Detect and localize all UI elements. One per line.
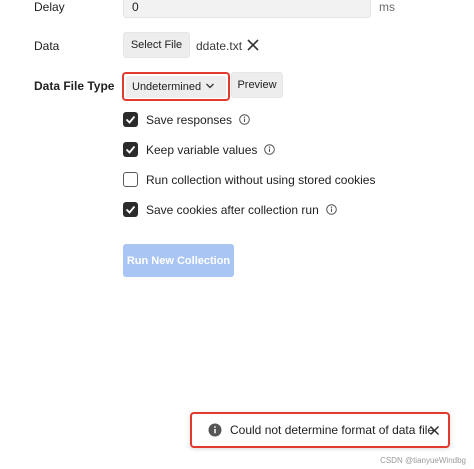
info-icon[interactable]	[325, 204, 337, 215]
option-save-responses[interactable]: Save responses	[123, 112, 250, 127]
option-label: Keep variable values	[146, 142, 258, 157]
option-run-without-cookies[interactable]: Run collection without using stored cook…	[123, 172, 375, 187]
select-file-button[interactable]: Select File	[123, 32, 190, 58]
data-file-type-label: Data File Type	[34, 79, 115, 93]
dropdown-highlight-outline	[122, 72, 230, 101]
remove-file-icon[interactable]	[246, 38, 260, 52]
preview-button[interactable]: Preview	[231, 72, 283, 98]
checkmark-icon	[125, 205, 136, 214]
run-new-collection-button[interactable]: Run New Collection	[123, 244, 234, 277]
checkmark-icon	[125, 145, 136, 154]
option-save-cookies[interactable]: Save cookies after collection run	[123, 202, 337, 217]
data-label: Data	[34, 39, 60, 53]
checkmark-icon	[125, 115, 136, 124]
delay-unit: ms	[379, 0, 395, 14]
toast-message: Could not determine format of data file	[230, 423, 435, 437]
checkbox-checked[interactable]	[123, 112, 138, 127]
checkbox-unchecked[interactable]	[123, 172, 138, 187]
option-label: Run collection without using stored cook…	[146, 172, 376, 187]
delay-label: Delay	[34, 0, 65, 14]
close-icon[interactable]	[429, 425, 440, 436]
info-filled-icon	[208, 423, 222, 437]
checkbox-checked[interactable]	[123, 202, 138, 217]
data-filename: ddate.txt	[196, 39, 243, 53]
watermark: CSDN @tianyueWindbg	[380, 456, 466, 465]
info-icon[interactable]	[239, 114, 250, 125]
option-label: Save responses	[146, 112, 233, 127]
checkbox-checked[interactable]	[123, 142, 138, 157]
delay-input[interactable]: 0	[123, 0, 371, 18]
error-toast: Could not determine format of data file	[190, 412, 450, 448]
option-label: Save cookies after collection run	[146, 202, 319, 217]
option-keep-variable-values[interactable]: Keep variable values	[123, 142, 276, 157]
info-icon[interactable]	[264, 144, 276, 155]
